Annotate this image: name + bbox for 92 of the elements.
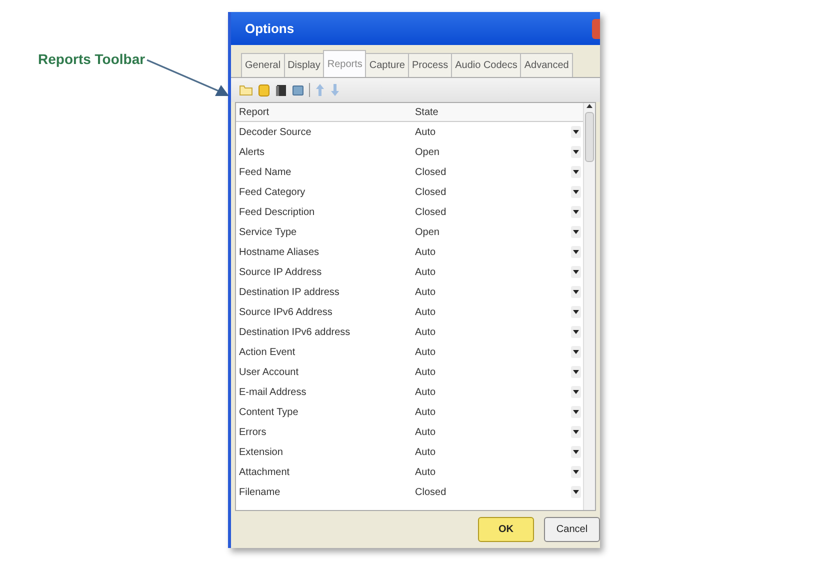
dropdown-button[interactable] <box>571 146 581 158</box>
caret-icon[interactable] <box>573 170 579 174</box>
dropdown-button[interactable] <box>571 366 581 378</box>
table-cell-text: Extension <box>238 446 284 460</box>
caret-icon[interactable] <box>573 150 579 154</box>
table-cell-text: User Account <box>238 366 300 380</box>
dropdown-button[interactable] <box>571 466 581 478</box>
table-cell-text: Auto <box>414 426 437 440</box>
table-cell-text: Feed Name <box>238 166 292 180</box>
table-cell-text: Open <box>414 226 440 240</box>
table-cell-text: Closed <box>414 206 448 220</box>
window-title: Options <box>245 20 294 38</box>
table-cell-text: Decoder Source <box>238 126 312 140</box>
caret-icon[interactable] <box>573 250 579 254</box>
caret-icon[interactable] <box>573 490 579 494</box>
table-cell-text: Auto <box>414 266 437 280</box>
dropdown-button[interactable] <box>571 406 581 418</box>
tab[interactable]: Audio Codecs <box>451 53 522 77</box>
table-cell-text: Auto <box>414 246 437 260</box>
table-cell-text: Closed <box>414 166 448 180</box>
dropdown-button[interactable] <box>571 206 581 218</box>
table-cell-text: Auto <box>414 386 437 400</box>
dropdown-button[interactable] <box>571 346 581 358</box>
tab[interactable]: Process <box>408 53 452 77</box>
table-cell-text: Action Event <box>238 346 296 360</box>
book-icon[interactable] <box>275 84 287 96</box>
table-cell-text: Hostname Aliases <box>238 246 320 260</box>
caret-icon[interactable] <box>573 270 579 274</box>
table-cell-text: Source IPv6 Address <box>238 306 334 320</box>
caret-icon[interactable] <box>573 130 579 134</box>
table-cell-text: Errors <box>238 426 268 440</box>
scrollbar[interactable] <box>583 103 595 510</box>
caret-icon[interactable] <box>573 470 579 474</box>
dropdown-button[interactable] <box>571 486 581 498</box>
table-cell-text: Service Type <box>238 226 298 240</box>
tab[interactable]: Capture <box>365 53 409 77</box>
table-cell-text: Feed Description <box>238 206 316 220</box>
tab[interactable]: General <box>241 53 285 77</box>
table-cell-text: Auto <box>414 326 437 340</box>
table-cell-text: Filename <box>238 486 282 500</box>
table-cell-text: Auto <box>414 286 437 300</box>
caret-icon[interactable] <box>573 350 579 354</box>
dropdown-button[interactable] <box>571 126 581 138</box>
dialog-button[interactable]: OK <box>478 517 534 542</box>
caret-icon[interactable] <box>573 230 579 234</box>
table-cell-text: Auto <box>414 466 437 480</box>
dialog-button[interactable]: Cancel <box>544 517 600 542</box>
dropdown-button[interactable] <box>571 266 581 278</box>
dropdown-button[interactable] <box>571 226 581 238</box>
tab[interactable]: Advanced <box>520 53 573 77</box>
table-cell-text: Auto <box>414 126 437 140</box>
dropdown-button[interactable] <box>571 326 581 338</box>
dropdown-button[interactable] <box>571 426 581 438</box>
table-cell-text: Source IP Address <box>238 266 323 280</box>
caret-icon[interactable] <box>573 390 579 394</box>
caret-icon[interactable] <box>573 190 579 194</box>
table-cell-text: Open <box>414 146 440 160</box>
dropdown-button[interactable] <box>571 246 581 258</box>
caret-icon[interactable] <box>573 290 579 294</box>
table-cell-text: Destination IPv6 address <box>238 326 352 340</box>
table-cell-text: Alerts <box>238 146 266 160</box>
table-cell-text: Auto <box>414 406 437 420</box>
caret-icon[interactable] <box>573 450 579 454</box>
dropdown-button[interactable] <box>571 186 581 198</box>
table-cell-text: Auto <box>414 446 437 460</box>
table-cell-text: Closed <box>414 186 448 200</box>
table-cell-text: Destination IP address <box>238 286 340 300</box>
table-cell-text: E-mail Address <box>238 386 308 400</box>
caret-icon[interactable] <box>573 370 579 374</box>
dropdown-button[interactable] <box>571 446 581 458</box>
table-cell-text: Content Type <box>238 406 300 420</box>
dropdown-button[interactable] <box>571 306 581 318</box>
scroll-thumb[interactable] <box>585 112 594 162</box>
column-header[interactable]: State <box>412 104 583 120</box>
dropdown-button[interactable] <box>571 166 581 178</box>
table-cell-text: Feed Category <box>238 186 306 200</box>
dropdown-button[interactable] <box>571 286 581 298</box>
table-cell-text: Auto <box>414 346 437 360</box>
dropdown-button[interactable] <box>571 386 581 398</box>
table-cell-text: Auto <box>414 366 437 380</box>
table-cell-text: Auto <box>414 306 437 320</box>
callout-label: Reports Toolbar <box>38 50 146 69</box>
tab[interactable]: Display <box>284 53 324 77</box>
caret-icon[interactable] <box>573 210 579 214</box>
caret-icon[interactable] <box>573 330 579 334</box>
caret-icon[interactable] <box>573 410 579 414</box>
caret-icon[interactable] <box>573 430 579 434</box>
caret-icon[interactable] <box>573 310 579 314</box>
table-cell-text: Attachment <box>238 466 291 480</box>
column-header[interactable]: Report <box>236 104 412 120</box>
tab[interactable]: Reports <box>323 50 366 77</box>
table-cell-text: Closed <box>414 486 448 500</box>
